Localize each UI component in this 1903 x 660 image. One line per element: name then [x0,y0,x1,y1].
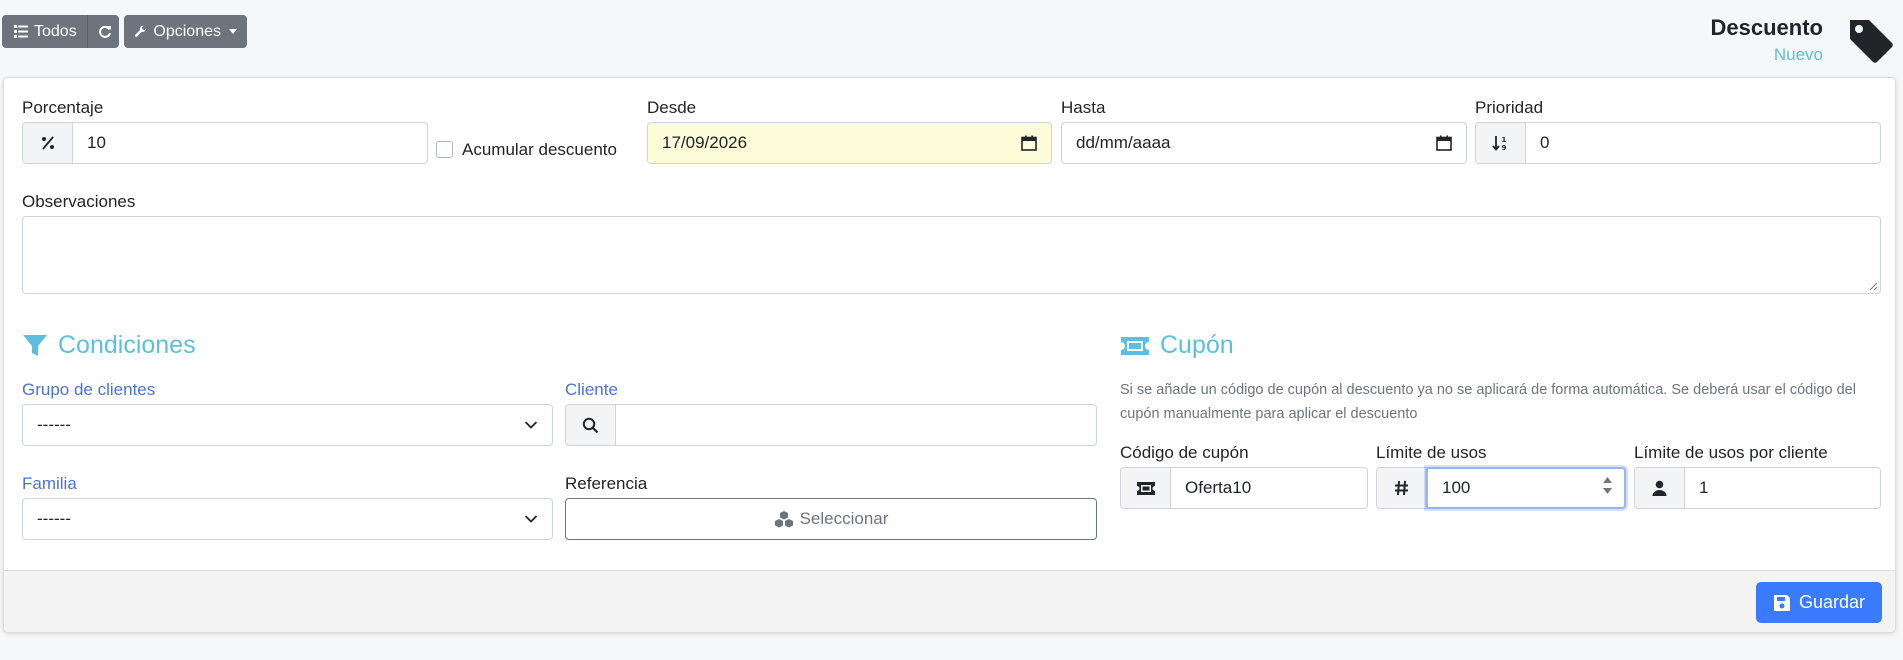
search-icon[interactable] [566,405,616,445]
spin-up-icon[interactable] [1603,477,1612,483]
percentage-label: Porcentaje [22,98,104,117]
spin-down-icon[interactable] [1603,488,1612,494]
coupon-code-input[interactable]: Oferta10 [1120,467,1368,509]
coupon-heading: Cupón [1120,331,1234,360]
to-date-value: dd/mm/aaaa [1076,133,1171,152]
family-label: Familia [22,474,77,493]
page-title: Descuento [1710,15,1823,40]
to-date-label: Hasta [1061,98,1106,117]
caret-down-icon [229,29,237,34]
percent-icon [23,123,73,163]
sort-numeric-icon: 19 [1476,123,1526,163]
number-spinner[interactable] [1603,477,1612,494]
priority-value: 0 [1540,133,1550,152]
notes-textarea[interactable] [22,216,1881,294]
discount-form-card: Porcentaje 10 Acumular descuento Desde 1… [3,77,1896,633]
save-icon [1773,594,1790,611]
tag-icon [1850,20,1893,63]
all-button-label: Todos [34,22,77,40]
resize-handle-icon[interactable] [1869,282,1878,291]
all-button[interactable]: Todos [2,15,87,48]
family-select[interactable]: ------ [22,498,553,540]
usage-per-customer-label: Límite de usos por cliente [1634,443,1828,462]
customer-label: Cliente [565,380,618,399]
usage-limit-value: 100 [1442,478,1471,497]
coupon-help-text: Si se añade un código de cupón al descue… [1120,382,1856,422]
top-toolbar: Todos Opciones Descuento Nuevo [0,0,1903,76]
coupon-code-value: Oferta10 [1185,478,1252,497]
usage-limit-label: Límite de usos [1376,443,1487,462]
notes-label: Observaciones [22,192,136,211]
hash-icon [1376,467,1426,509]
accumulate-checkbox[interactable] [436,141,453,158]
from-date-value: 17/09/2026 [662,133,748,152]
usage-per-customer-value: 1 [1699,478,1709,497]
calendar-icon[interactable] [1021,135,1037,151]
save-button-label: Guardar [1798,592,1866,612]
conditions-title: Condiciones [58,331,196,359]
user-icon [1635,468,1685,508]
list-icon [14,25,28,38]
cubes-icon [774,511,793,528]
calendar-icon[interactable] [1436,135,1452,151]
chevron-down-icon [524,515,538,523]
reference-label: Referencia [565,474,648,493]
ticket-icon [1121,336,1149,355]
page-subtitle: Nuevo [1773,45,1823,64]
customer-group-value: ------ [37,415,71,434]
filter-icon [23,334,47,356]
refresh-button[interactable] [86,15,122,48]
card-footer: Guardar [4,570,1895,632]
ticket-icon [1121,468,1171,508]
page-header: Descuento Nuevo [1711,15,1823,65]
usage-limit-input[interactable]: 100 [1426,467,1626,509]
family-value: ------ [37,509,71,528]
list-button-group: Todos [2,15,119,48]
to-date-input[interactable]: dd/mm/aaaa [1061,122,1467,164]
select-reference-button[interactable]: Seleccionar [565,498,1097,540]
from-date-input[interactable]: 17/09/2026 [647,122,1052,164]
svg-text:9: 9 [1501,144,1506,151]
customer-search-input[interactable] [565,404,1097,446]
options-dropdown-button[interactable]: Opciones [124,15,247,48]
usage-per-customer-input[interactable]: 1 [1634,467,1881,509]
usage-limit-group: 100 [1376,467,1626,509]
customer-group-label: Grupo de clientes [22,380,156,399]
conditions-heading: Condiciones [22,331,196,360]
coupon-title: Cupón [1160,331,1234,359]
coupon-code-label: Código de cupón [1120,443,1249,462]
select-button-label: Seleccionar [799,509,889,528]
percentage-value: 10 [87,133,106,152]
percentage-input[interactable]: 10 [22,122,428,164]
priority-input[interactable]: 19 0 [1475,122,1881,164]
accumulate-label: Acumular descuento [462,140,617,159]
refresh-icon [98,25,111,38]
customer-group-select[interactable]: ------ [22,404,553,446]
options-label: Opciones [153,22,221,40]
from-date-label: Desde [647,98,697,117]
svg-text:1: 1 [1501,136,1506,144]
priority-label: Prioridad [1475,98,1544,117]
chevron-down-icon [524,421,538,429]
wrench-icon [134,25,147,37]
save-button[interactable]: Guardar [1756,582,1882,623]
